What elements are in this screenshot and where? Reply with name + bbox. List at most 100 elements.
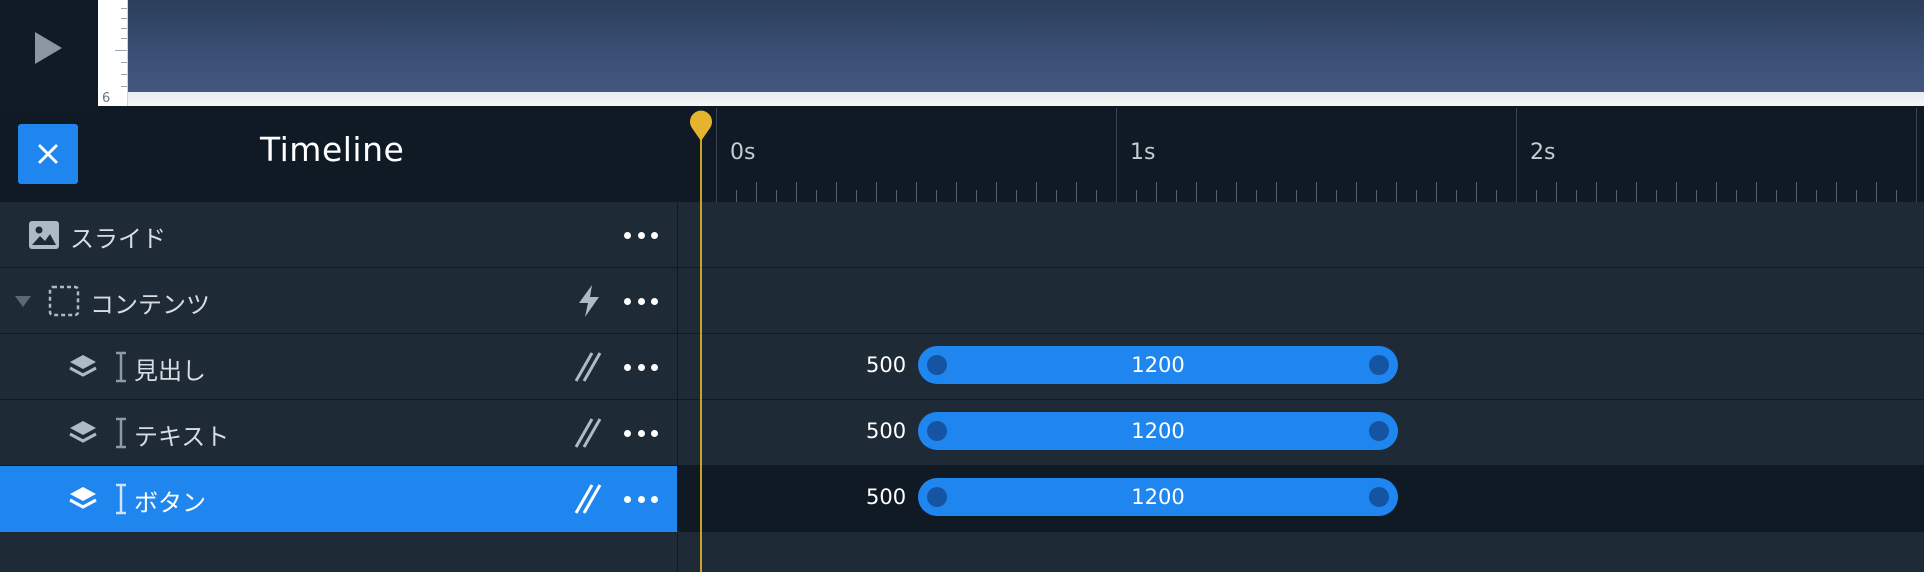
time-major-line — [1116, 108, 1117, 202]
layer-row-slide: スライド — [0, 202, 1924, 268]
time-minor-tick — [1056, 190, 1057, 202]
time-minor-tick — [1456, 190, 1457, 202]
animation-bar[interactable]: 1200 — [918, 346, 1398, 384]
close-timeline-button[interactable] — [18, 124, 78, 184]
time-minor-tick — [1656, 190, 1657, 202]
time-minor-tick — [1776, 190, 1777, 202]
layer-label: コンテンツ — [90, 291, 210, 319]
time-minor-tick — [1476, 182, 1477, 202]
time-minor-tick — [1576, 190, 1577, 202]
layer-track: 500 1200 — [678, 466, 1924, 532]
bolt-icon[interactable] — [574, 284, 604, 318]
time-label-1s: 1s — [1130, 140, 1156, 165]
more-options-button[interactable] — [624, 488, 658, 510]
more-options-button[interactable] — [624, 224, 658, 246]
layer-row-header[interactable]: スライド — [0, 202, 678, 268]
layer-label: ボタン — [134, 489, 206, 517]
time-major-line — [1916, 108, 1917, 202]
animation-delay: 500 — [866, 353, 907, 377]
parallel-lines-icon[interactable] — [572, 350, 604, 384]
time-minor-tick — [1296, 190, 1297, 202]
time-minor-tick — [896, 190, 897, 202]
time-minor-tick — [1876, 182, 1877, 202]
time-minor-tick — [796, 182, 797, 202]
time-minor-tick — [1596, 182, 1597, 202]
time-minor-tick — [1076, 182, 1077, 202]
more-options-button[interactable] — [624, 290, 658, 312]
time-minor-tick — [1256, 190, 1257, 202]
time-minor-tick — [1416, 190, 1417, 202]
time-minor-tick — [1036, 182, 1037, 202]
layer-label: 見出し — [134, 357, 206, 385]
layer-label: スライド — [70, 225, 166, 253]
app-root: 6 Timeline 0s 1s 2s スライド コンテンツ 見出し 500 1… — [0, 0, 1924, 572]
time-minor-tick — [1856, 190, 1857, 202]
time-minor-tick — [1616, 190, 1617, 202]
playhead-handle[interactable] — [689, 110, 713, 142]
time-minor-tick — [1496, 190, 1497, 202]
animation-duration: 1200 — [1131, 353, 1185, 377]
animation-delay: 500 — [866, 419, 907, 443]
text-cursor-icon — [114, 416, 128, 450]
time-minor-tick — [1736, 190, 1737, 202]
animation-end-handle[interactable] — [1369, 355, 1389, 375]
layer-row-header[interactable]: コンテンツ — [0, 268, 678, 334]
layers-icon — [68, 485, 98, 513]
time-minor-tick — [1436, 182, 1437, 202]
time-minor-tick — [1676, 182, 1677, 202]
timeline-header: Timeline 0s 1s 2s — [0, 106, 1924, 202]
layer-row-group: コンテンツ — [0, 268, 1924, 334]
timeline-title: Timeline — [260, 130, 405, 169]
time-minor-tick — [836, 182, 837, 202]
group-frame-icon — [48, 285, 80, 317]
play-button[interactable] — [28, 28, 68, 68]
preview-strip: 6 — [0, 0, 1924, 106]
time-minor-tick — [1096, 190, 1097, 202]
time-ruler[interactable]: 0s 1s 2s — [700, 106, 1924, 202]
time-minor-tick — [736, 190, 737, 202]
canvas-preview — [128, 0, 1924, 92]
time-major-line — [716, 108, 717, 202]
time-minor-tick — [756, 182, 757, 202]
play-icon — [35, 32, 62, 64]
layer-row-header[interactable]: テキスト — [0, 400, 678, 466]
timeline-empty-area — [0, 532, 1924, 572]
time-minor-tick — [1336, 190, 1337, 202]
time-label-2s: 2s — [1530, 140, 1556, 165]
time-minor-tick — [876, 182, 877, 202]
time-minor-tick — [1216, 190, 1217, 202]
animation-bar[interactable]: 1200 — [918, 478, 1398, 516]
text-cursor-icon — [114, 482, 128, 516]
animation-bar[interactable]: 1200 — [918, 412, 1398, 450]
vertical-ruler: 6 — [98, 0, 128, 106]
parallel-lines-icon[interactable] — [572, 416, 604, 450]
animation-end-handle[interactable] — [1369, 421, 1389, 441]
layer-track: 500 1200 — [678, 400, 1924, 466]
time-minor-tick — [1756, 182, 1757, 202]
time-minor-tick — [856, 190, 857, 202]
time-minor-tick — [1356, 182, 1357, 202]
time-minor-tick — [1176, 190, 1177, 202]
animation-end-handle[interactable] — [1369, 487, 1389, 507]
parallel-lines-icon[interactable] — [572, 482, 604, 516]
expand-triangle-icon[interactable] — [14, 292, 32, 310]
layers-icon — [68, 419, 98, 447]
playhead-marker-icon — [690, 110, 712, 141]
layer-list: スライド コンテンツ 見出し 500 1200 テキスト 500 1200 ボタ… — [0, 202, 1924, 532]
time-minor-tick — [1536, 190, 1537, 202]
more-options-button[interactable] — [624, 356, 658, 378]
animation-duration: 1200 — [1131, 485, 1185, 509]
layer-track — [678, 202, 1924, 268]
time-minor-tick — [1796, 182, 1797, 202]
layer-row-header[interactable]: 見出し — [0, 334, 678, 400]
time-minor-tick — [1696, 190, 1697, 202]
layer-track — [678, 268, 1924, 334]
time-minor-tick — [1016, 190, 1017, 202]
layer-row-header[interactable]: ボタン — [0, 466, 678, 532]
time-minor-tick — [1896, 190, 1897, 202]
time-minor-tick — [776, 190, 777, 202]
time-minor-tick — [816, 190, 817, 202]
time-minor-tick — [936, 190, 937, 202]
more-options-button[interactable] — [624, 422, 658, 444]
time-label-0s: 0s — [730, 140, 756, 165]
